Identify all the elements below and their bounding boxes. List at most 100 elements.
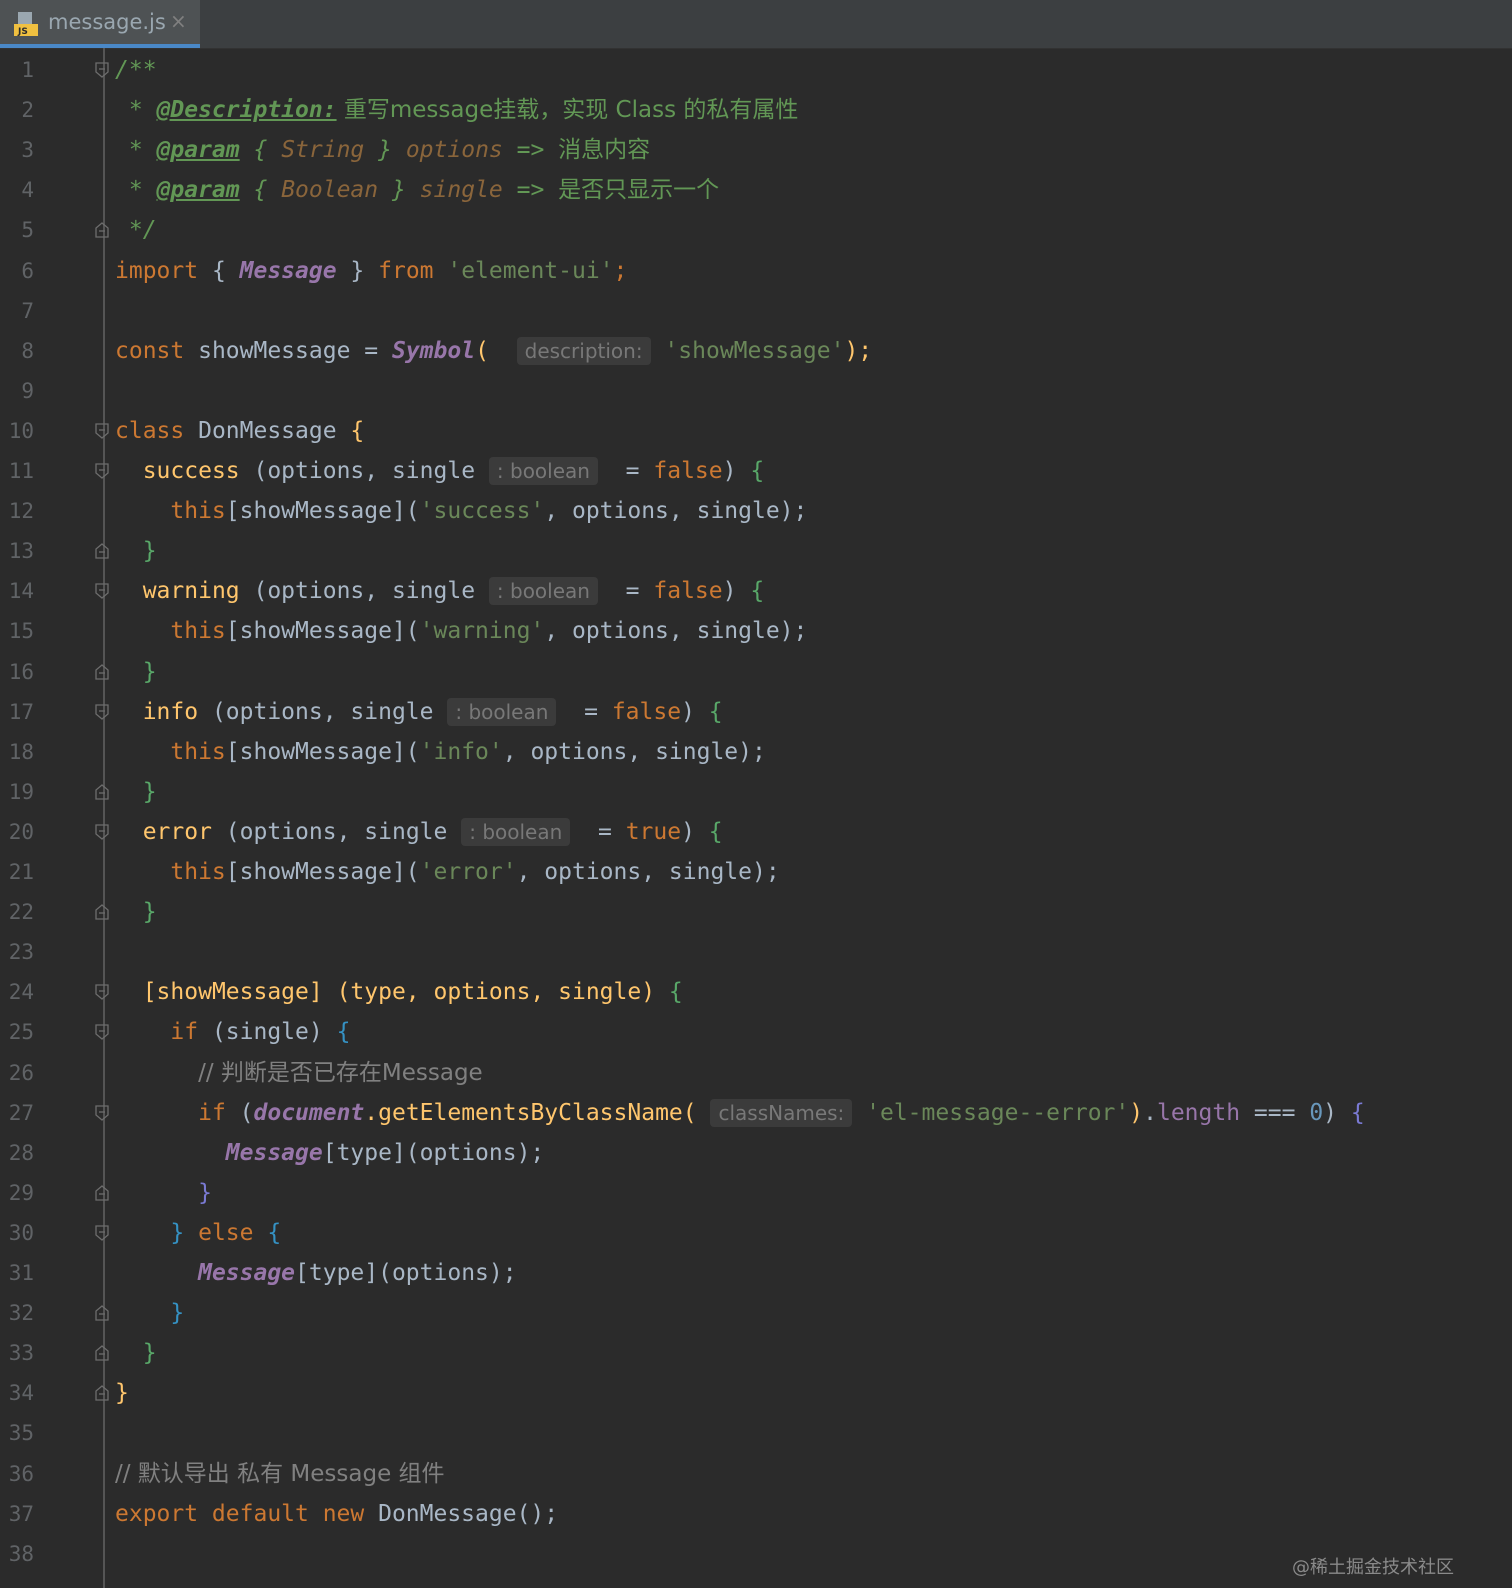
inlay-hint: description: [516,336,651,365]
fold-collapse-icon[interactable] [95,984,109,1001]
code-line[interactable]: 13 } [0,531,1512,571]
line-number: 22 [8,900,34,925]
fold-collapse-icon[interactable] [95,423,109,439]
code-line[interactable]: 38 [0,1534,1512,1574]
fold-collapse-icon[interactable] [95,1024,109,1041]
fold-end-icon[interactable] [95,1385,109,1401]
code-text: class DonMessage { [115,416,364,446]
close-icon[interactable]: × [170,9,187,33]
code-line[interactable]: 2 * @Description: 重写message挂载，实现 Class 的… [0,90,1512,130]
watermark: @稀土掘金技术社区 [1292,1557,1454,1578]
code-line[interactable]: 8 const showMessage = Symbol( description… [0,331,1512,371]
code-line[interactable]: 3 * @param { String } options => 消息内容 [0,130,1512,170]
fold-collapse-icon[interactable] [95,583,109,600]
fold-end-icon[interactable] [95,904,109,920]
code-line[interactable]: 7 [0,291,1512,331]
line-number: 30 [8,1220,34,1245]
code-line[interactable]: 16 } [0,652,1512,692]
code-line[interactable]: 6 import { Message } from 'element-ui'; [0,251,1512,291]
code-line[interactable]: 34} [0,1373,1512,1413]
code-token: , options, single); [516,859,780,885]
code-token: } [142,1340,157,1367]
code-token: 'error' [419,859,517,885]
code-text: this[showMessage]('warning', options, si… [115,616,807,646]
line-number: 17 [8,699,34,724]
code-text: this[showMessage]('success', options, si… [115,496,807,526]
line-number: 13 [8,539,34,564]
line-number: 33 [8,1341,34,1366]
code-line[interactable]: 17 info (options, single : boolean = fal… [0,692,1512,732]
code-line[interactable]: 35 [0,1413,1512,1453]
code-token: options [405,137,503,164]
code-line[interactable]: 22 } [0,892,1512,932]
code-token: true [625,818,682,845]
code-line[interactable]: 27 if (document.getElementsByClassName( … [0,1093,1512,1133]
code-line[interactable]: 24 [showMessage] (type, options, single)… [0,972,1512,1012]
code-line[interactable]: 30 } else { [0,1213,1512,1253]
code-token: } [142,778,157,805]
code-line[interactable]: 29 } [0,1173,1512,1213]
fold-end-icon[interactable] [95,663,109,680]
code-token: ( [475,337,503,364]
code-text: } [115,1178,212,1208]
code-text: } [115,536,157,566]
code-line[interactable]: 26 // 判断是否已存在Message [0,1053,1512,1093]
code-line[interactable]: 23 [0,932,1512,972]
code-token: this [170,738,226,765]
code-token: 'success' [419,498,545,525]
code-line[interactable]: 21 this[showMessage]('error', options, s… [0,852,1512,892]
tab-message-js[interactable]: JS message.js × [0,0,200,48]
line-number: 23 [8,940,34,965]
code-line[interactable]: 33 } [0,1333,1512,1373]
fold-collapse-icon[interactable] [95,1225,109,1241]
code-token: 'showMessage' [650,337,845,364]
code-token: { [708,818,723,845]
fold-end-icon[interactable] [95,783,109,800]
fold-collapse-icon[interactable] [95,62,109,78]
code-line[interactable]: 10 class DonMessage { [0,411,1512,451]
code-line[interactable]: 1 /** [0,50,1512,90]
code-line[interactable]: 31 Message[type](options); [0,1253,1512,1293]
fold-end-icon[interactable] [95,1184,109,1201]
fold-end-icon[interactable] [95,1345,109,1361]
code-line[interactable]: 28 Message[type](options); [0,1133,1512,1173]
fold-end-icon[interactable] [95,543,109,559]
fold-collapse-icon[interactable] [95,1104,109,1121]
fold-collapse-icon[interactable] [95,463,109,479]
code-line[interactable]: 36 // 默认导出 私有 Message 组件 [0,1454,1512,1494]
code-text: } [115,1378,129,1408]
code-line[interactable]: 19 } [0,772,1512,812]
code-editor[interactable]: 1 /** 2 * @Description: 重写message挂载，实现 Cla… [0,48,1512,1588]
code-token: single [419,177,503,204]
code-line[interactable]: 5 */ [0,210,1512,250]
code-line[interactable]: 37 export default new DonMessage(); [0,1494,1512,1534]
line-number: 7 [21,298,34,323]
fold-collapse-icon[interactable] [95,703,109,720]
code-line[interactable]: 4 * @param { Boolean } single => 是否只显示一个 [0,170,1512,210]
code-line[interactable]: 15 this[showMessage]('warning', options,… [0,611,1512,651]
js-file-icon: JS [14,12,38,37]
code-line[interactable]: 9 [0,371,1512,411]
code-token: Message [239,257,337,284]
code-token: ) [1323,1099,1351,1126]
line-number: 35 [8,1421,34,1446]
code-line[interactable]: 20 error (options, single : boolean = tr… [0,812,1512,852]
fold-end-icon[interactable] [95,1305,109,1321]
code-token: { [750,578,765,605]
code-token: [type](options); [322,1139,545,1166]
code-token: = [584,818,626,845]
code-text: [showMessage] (type, options, single) { [115,977,683,1007]
code-line[interactable]: 12 this[showMessage]('success', options,… [0,491,1512,531]
code-token: * [115,97,157,124]
code-token: // 默认导出 私有 Message 组件 [115,1460,445,1487]
code-token: else [198,1219,254,1246]
fold-end-icon[interactable] [95,222,109,239]
fold-collapse-icon[interactable] [95,824,109,840]
code-line[interactable]: 11 success (options, single : boolean = … [0,451,1512,491]
code-line[interactable]: 18 this[showMessage]('info', options, si… [0,732,1512,772]
code-line[interactable]: 25 if (single) { [0,1012,1512,1052]
code-token: Message [225,1139,323,1166]
code-token: .getElementsByClassName( [364,1099,697,1126]
code-line[interactable]: 14 warning (options, single : boolean = … [0,571,1512,611]
code-line[interactable]: 32 } [0,1293,1512,1333]
